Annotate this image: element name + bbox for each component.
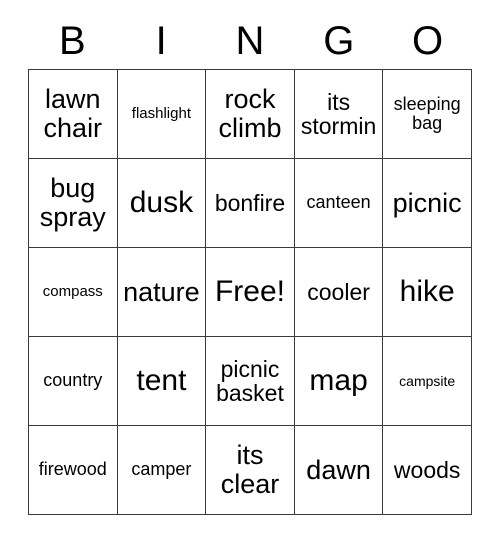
bingo-cell-label: camper [131,459,192,480]
bingo-cell-label: country [43,370,103,391]
bingo-row: country tent picnic basket map campsite [29,337,472,426]
bingo-cell-label: lawn chair [43,84,103,143]
bingo-row: firewood camper its clear dawn woods [29,426,472,515]
bingo-cell[interactable]: picnic [383,159,472,248]
bingo-cell-label: nature [123,276,200,307]
bingo-cell-label: picnic basket [216,355,284,406]
bingo-cell-label: its stormin [300,88,377,139]
bingo-row: lawn chair flashlight rock climb its sto… [29,70,472,159]
bingo-cell[interactable]: bonfire [206,159,295,248]
bingo-cell[interactable]: rock climb [206,70,295,159]
bingo-cell[interactable]: lawn chair [29,70,118,159]
bingo-grid: lawn chair flashlight rock climb its sto… [28,69,472,515]
bingo-cell-label: its clear [220,440,280,499]
header-letter-g: G [323,19,355,63]
header-letter-i: I [155,19,167,63]
bingo-cell-label: Free! [214,275,285,309]
bingo-cell-label: bonfire [214,189,286,216]
bingo-cell[interactable]: country [29,337,118,426]
bingo-row: compass nature Free! cooler hike [29,248,472,337]
bingo-cell-label: picnic [392,187,462,218]
bingo-cell[interactable]: bug spray [29,159,118,248]
bingo-cell-free-space[interactable]: Free! [206,248,295,337]
bingo-cell[interactable]: nature [117,248,207,337]
bingo-cell[interactable]: tent [117,337,207,426]
header-letter-n: N [235,19,265,63]
bingo-cell-label: tent [136,364,187,398]
bingo-card: B I N G O lawn chair flashlight rock cli… [0,0,500,544]
bingo-cell-label: dusk [129,186,194,220]
bingo-row: bug spray dusk bonfire canteen picnic [29,159,472,248]
bingo-cell-label: canteen [306,192,371,213]
bingo-cell[interactable]: camper [117,426,207,515]
bingo-cell[interactable]: map [294,337,384,426]
bingo-cell[interactable]: canteen [294,159,384,248]
bingo-cell-label: sleeping bag [393,93,461,133]
bingo-cell-label: flashlight [131,105,191,123]
header-letter-o: O [412,19,444,63]
bingo-cell-label: hike [399,275,455,309]
bingo-cell-label: bug spray [39,173,106,232]
bingo-cell-label: woods [393,456,461,483]
bingo-cell[interactable]: campsite [383,337,472,426]
bingo-cell[interactable]: hike [383,248,472,337]
bingo-cell-label: compass [42,283,103,301]
bingo-cell-label: map [309,364,368,398]
bingo-cell-label: campsite [399,372,456,389]
bingo-cell-label: cooler [307,278,370,305]
bingo-cell[interactable]: cooler [294,248,384,337]
bingo-cell[interactable]: dawn [294,426,384,515]
bingo-cell[interactable]: its clear [206,426,295,515]
bingo-cell[interactable]: woods [383,426,472,515]
bingo-cell[interactable]: dusk [117,159,207,248]
bingo-cell[interactable]: sleeping bag [383,70,472,159]
bingo-cell-label: firewood [38,459,107,480]
bingo-cell-label: rock climb [218,84,282,143]
bingo-header-row: B I N G O [28,14,472,68]
header-letter-b: B [59,19,86,63]
bingo-cell[interactable]: flashlight [117,70,207,159]
bingo-cell-label: dawn [306,454,371,485]
bingo-cell[interactable]: compass [29,248,118,337]
bingo-cell[interactable]: picnic basket [206,337,295,426]
bingo-cell[interactable]: firewood [29,426,118,515]
bingo-cell[interactable]: its stormin [294,70,384,159]
